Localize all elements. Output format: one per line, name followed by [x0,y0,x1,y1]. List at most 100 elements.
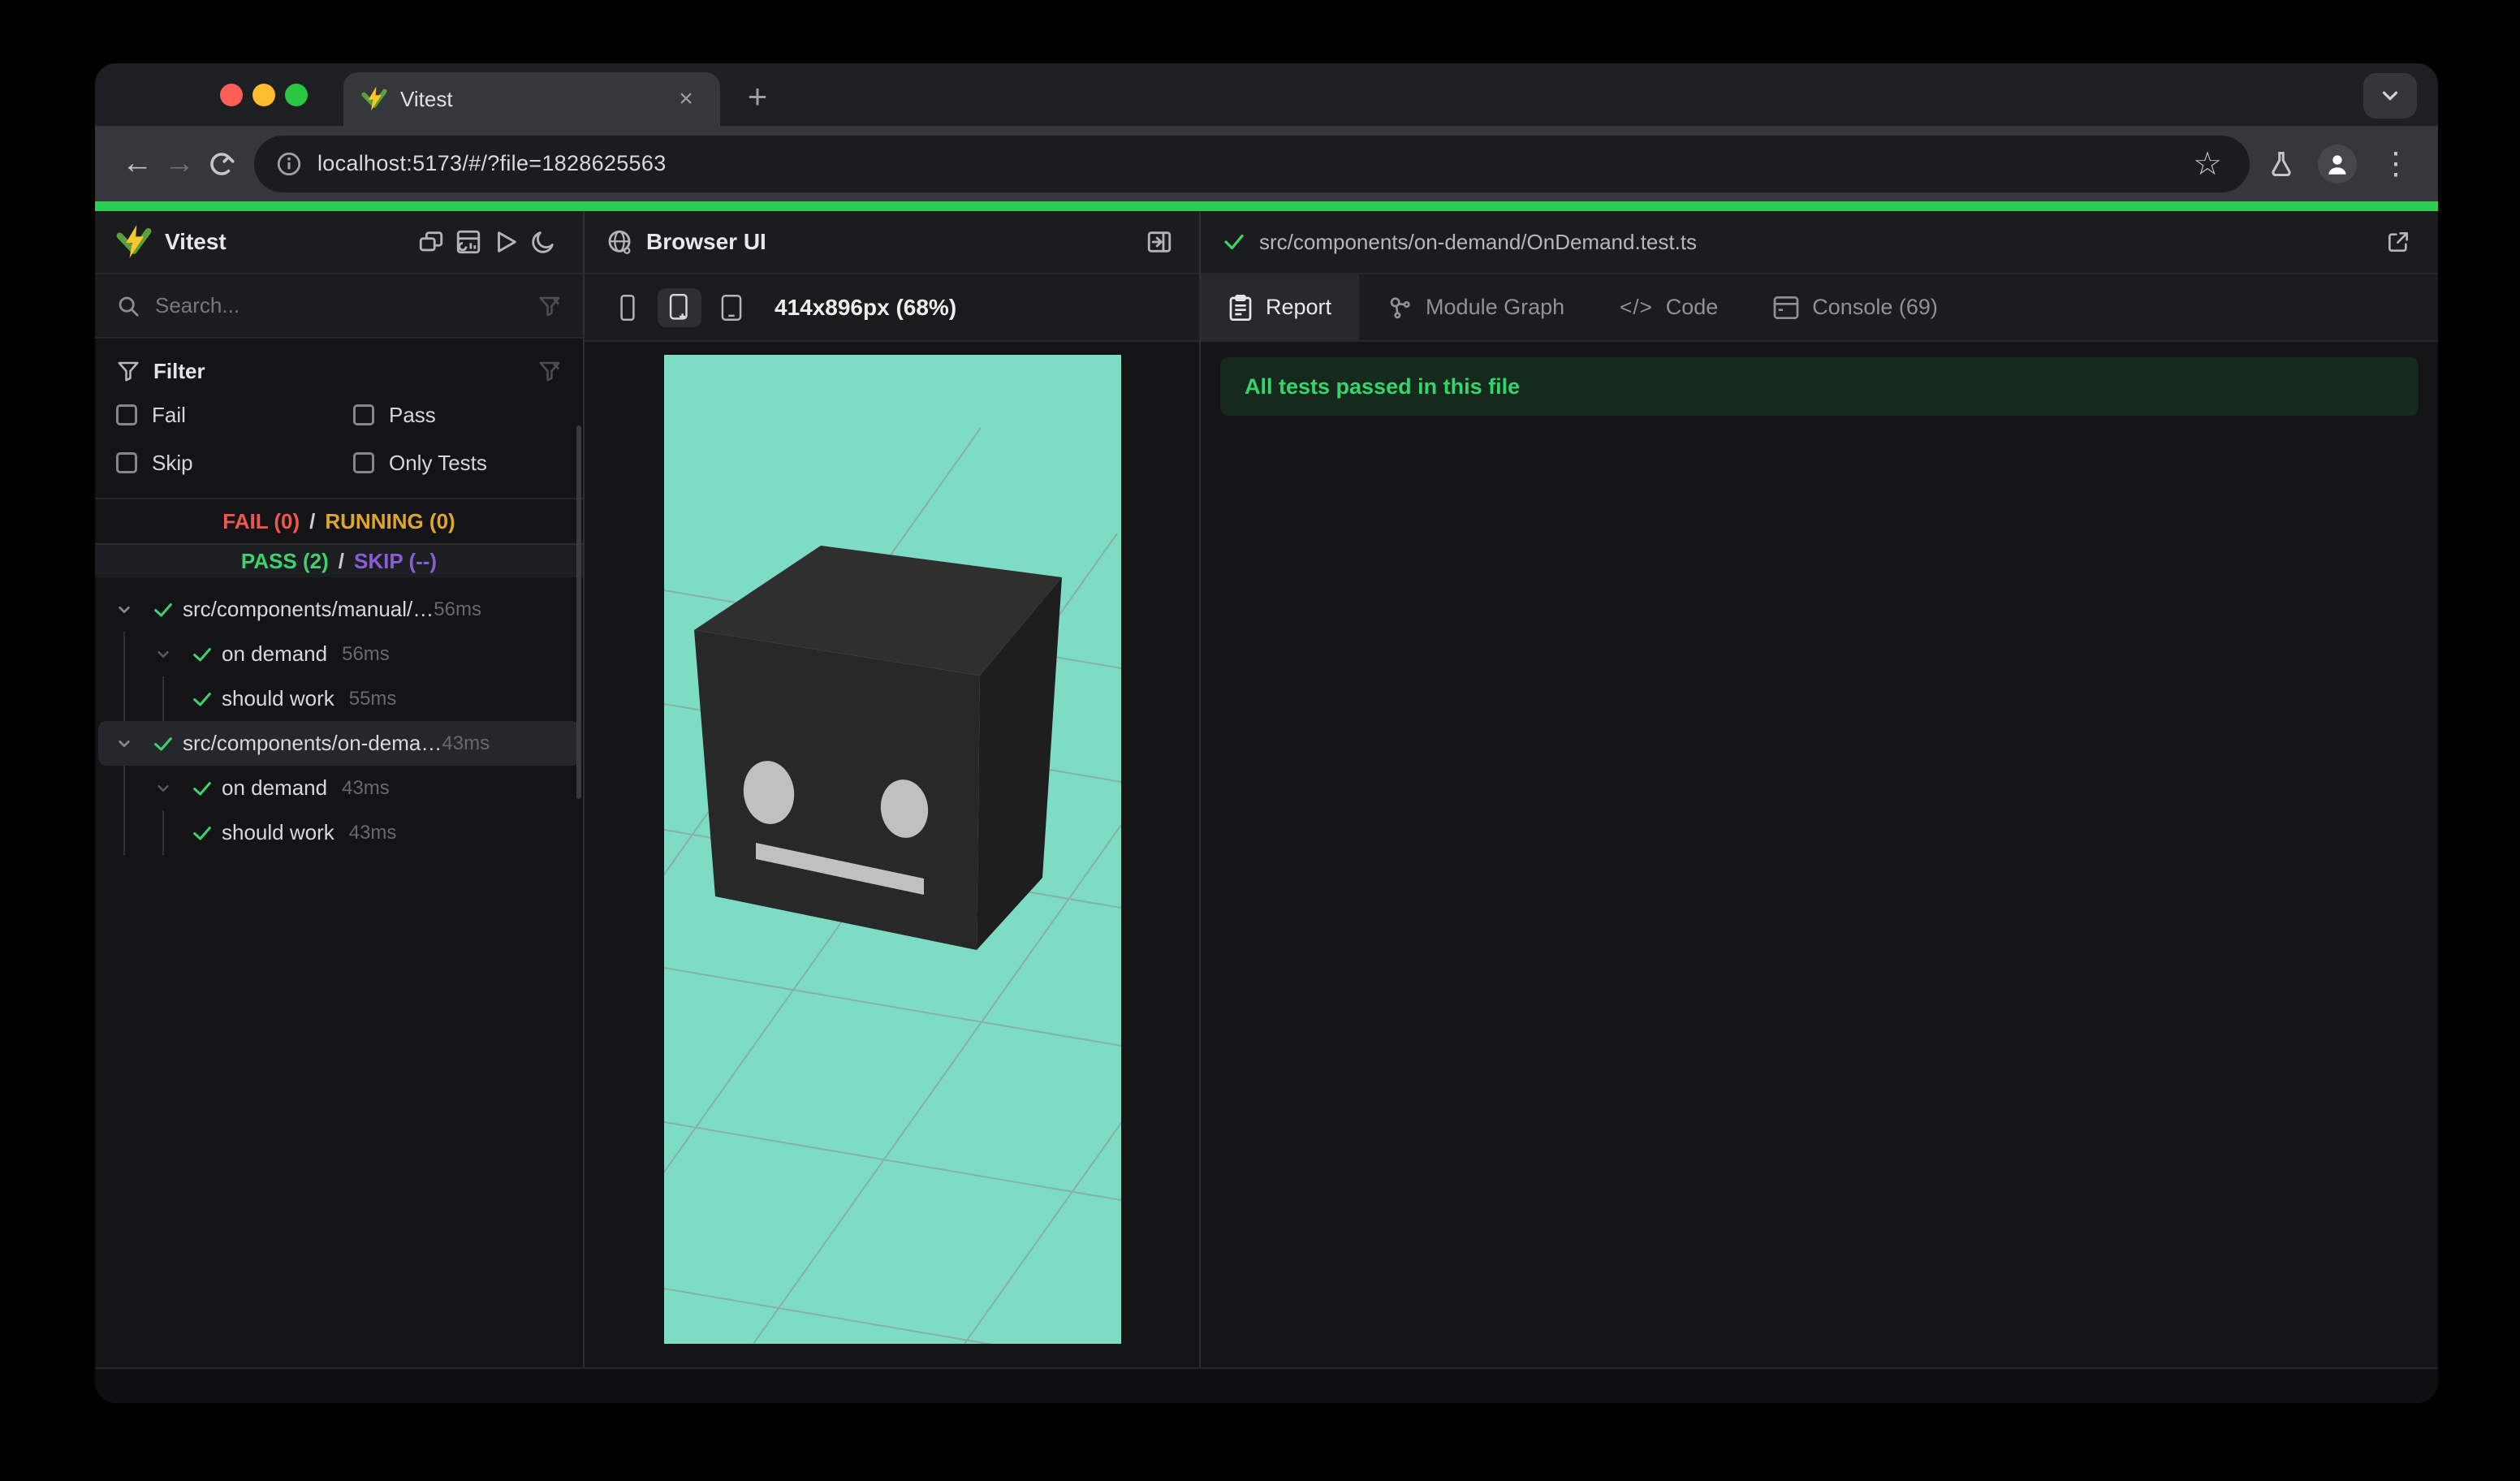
bookmark-star-icon[interactable]: ☆ [2186,143,2229,185]
test-row[interactable]: should work 43ms [98,810,580,855]
device-tablet-button[interactable] [710,288,753,327]
pass-check-icon [183,676,222,721]
file-header: src/components/on-demand/OnDemand.test.t… [1201,211,2438,273]
viewport-size-label: 414x896px (68%) [775,294,957,320]
code-icon: </> [1620,295,1653,319]
vitest-progress-bar [95,201,2438,211]
expand-panel-icon[interactable] [1141,223,1178,261]
dashboard-icon[interactable] [450,223,487,261]
clear-filter-icon[interactable] [537,359,562,383]
pass-check-icon [1224,234,1244,250]
address-bar[interactable]: localhost:5173/#/?file=1828625563 ☆ [254,135,2250,192]
chevron-down-icon[interactable] [144,766,183,810]
filter-title: Filter [153,358,205,383]
search-input[interactable] [155,293,537,318]
test-duration: 56ms [342,642,390,665]
minimize-window-button[interactable] [252,83,275,106]
tab-search-button[interactable] [2363,73,2417,119]
close-window-button[interactable] [220,83,243,106]
open-external-icon[interactable] [2380,223,2417,261]
tab-close-icon[interactable]: × [670,85,702,113]
all-tests-passed-banner: All tests passed in this file [1220,357,2419,416]
checkbox[interactable] [116,452,137,473]
test-label: should work [222,820,334,844]
tab-report[interactable]: Report [1201,274,1360,340]
test-duration: 43ms [442,732,490,754]
filter-option-fail[interactable]: Fail [116,397,353,433]
chevron-down-icon[interactable] [144,632,183,676]
forward-button[interactable]: → [158,143,201,185]
viewport-canvas [664,427,1121,1344]
tab-console[interactable]: Console (69) [1745,274,1966,340]
browser-tab[interactable]: Vitest × [343,72,720,126]
test-duration: 56ms [434,598,481,620]
test-row[interactable]: should work 55ms [98,676,580,721]
vitest-logo [116,224,152,260]
run-all-icon[interactable] [487,223,524,261]
sidebar-scrollbar[interactable] [576,425,581,799]
test-label: should work [222,686,334,710]
url-text[interactable]: localhost:5173/#/?file=1828625563 [317,151,2186,176]
test-duration: 43ms [348,821,397,844]
device-phone-small-button[interactable] [606,288,649,327]
filter-option-skip[interactable]: Skip [116,445,353,481]
tab-module-graph[interactable]: Module Graph [1359,274,1592,340]
test-duration: 43ms [342,776,390,799]
tab-label: Report [1266,295,1332,319]
checkbox[interactable] [353,404,374,425]
back-button[interactable]: ← [116,143,158,185]
test-viewport[interactable] [664,355,1121,1344]
filter-options: Fail Pass Skip Only Tests [116,397,562,481]
pass-check-icon [183,632,222,676]
tab-strip: Vitest × + [95,63,2438,126]
file-row[interactable]: src/components/on-dema… 43ms [98,721,580,766]
vitest-favicon [361,86,387,112]
search-row [95,274,583,337]
module-graph-icon [1387,295,1413,321]
stats-line-1: FAIL (0) / RUNNING (0) [222,508,455,533]
report-panel: src/components/on-demand/OnDemand.test.t… [1201,211,2438,1403]
experiments-flask-icon[interactable] [2263,145,2300,183]
sidebar-header: Vitest [95,211,583,273]
tab-label: Code [1665,295,1719,319]
device-toolbar: 414x896px (68%) [585,274,1199,340]
suite-row[interactable]: on demand 56ms [98,632,580,676]
device-phone-plus-button[interactable] [658,287,701,327]
report-tabs: Report Module Graph </> Code Console (69) [1201,274,2438,340]
pass-count: PASS (2) [240,548,329,573]
pass-check-icon [144,721,183,766]
checkbox[interactable] [116,404,137,425]
browser-window: Vitest × + ← → localhost:5173/#/?file=18… [95,63,2438,1403]
vitest-ui-page: Vitest Search... Filter Fail Pass Skip O… [95,211,2438,1403]
robot-cube [694,546,1062,950]
test-tree: src/components/manual/… 56ms on demand 56ms… [95,587,583,1403]
test-label: on demand [222,775,328,800]
site-info-icon[interactable] [275,150,303,178]
report-icon [1228,294,1253,321]
globe-icon [608,230,631,254]
browser-menu-icon[interactable]: ⋮ [2375,143,2417,185]
search-icon [119,296,139,317]
file-row[interactable]: src/components/manual/… 56ms [98,587,580,632]
pass-check-icon [144,587,183,632]
chevron-down-icon[interactable] [105,587,144,632]
new-tab-button[interactable]: + [736,76,779,118]
pass-check-icon [183,766,222,810]
clear-search-filter-icon[interactable] [537,294,562,318]
console-icon [1773,296,1799,320]
collapse-panels-icon[interactable] [412,223,450,261]
test-file-path: src/components/on-demand/OnDemand.test.t… [1259,229,1698,254]
filter-option-only-tests[interactable]: Only Tests [353,445,562,481]
skip-count: SKIP (--) [354,548,438,573]
pass-check-icon [183,810,222,855]
chevron-down-icon[interactable] [105,721,144,766]
tab-code[interactable]: </> Code [1592,274,1745,340]
filter-option-pass[interactable]: Pass [353,397,562,433]
test-label: on demand [222,641,328,666]
reload-button[interactable] [201,143,243,185]
profile-avatar[interactable] [2318,144,2357,184]
dark-mode-moon-icon[interactable] [524,223,562,261]
suite-row[interactable]: on demand 43ms [98,766,580,810]
zoom-window-button[interactable] [285,83,308,106]
checkbox[interactable] [353,452,374,473]
